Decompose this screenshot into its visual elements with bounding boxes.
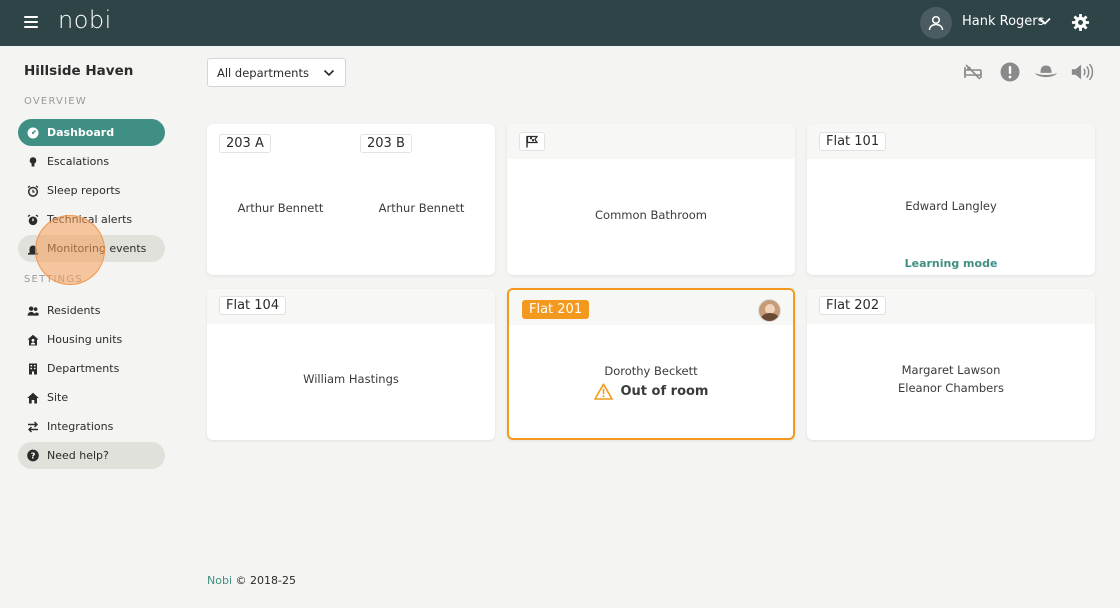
- app-logo[interactable]: nobi: [58, 6, 112, 34]
- unit-tag: Flat 101: [819, 132, 887, 151]
- unit-card-flat-101[interactable]: Flat 101 Edward Langley Learning mode: [807, 124, 1095, 275]
- sidebar-item-label: Sleep reports: [47, 184, 121, 197]
- resident-name: Margaret Lawson: [901, 363, 1001, 377]
- sidebar-item-label: Monitoring events: [47, 242, 147, 255]
- sidebar-item-escalations[interactable]: Escalations: [18, 148, 165, 175]
- sidebar-item-departments[interactable]: Departments: [18, 355, 165, 382]
- sidebar-item-label: Technical alerts: [47, 213, 133, 226]
- resident-name: Dorothy Beckett: [604, 364, 698, 378]
- unit-card-flat-104[interactable]: Flat 104 William Hastings: [207, 289, 495, 440]
- menu-icon[interactable]: [24, 16, 38, 30]
- card-header: [507, 124, 795, 159]
- warning-triangle-icon: [593, 383, 613, 400]
- resident-avatar: [758, 299, 781, 322]
- resident-name: Eleanor Chambers: [898, 381, 1004, 395]
- resident-name: Edward Langley: [905, 199, 997, 213]
- building-icon: [27, 363, 39, 375]
- lightbulb-icon: [27, 156, 39, 168]
- bed-off-icon[interactable]: [961, 60, 985, 84]
- unit-tag: 203 A: [219, 134, 271, 153]
- gear-icon[interactable]: [1071, 13, 1090, 32]
- flag-icon: [519, 132, 545, 151]
- gauge-icon: [27, 127, 39, 139]
- user-avatar-icon[interactable]: [920, 7, 952, 39]
- learning-mode-status: Learning mode: [904, 257, 998, 270]
- settings-section-label: SETTINGS: [24, 274, 83, 285]
- footer-brand-link[interactable]: Nobi: [207, 574, 232, 587]
- sidebar-item-housing-units[interactable]: Housing units: [18, 326, 165, 353]
- resident-name: Common Bathroom: [595, 208, 707, 222]
- hat-icon[interactable]: [1034, 60, 1058, 84]
- resident-name: William Hastings: [303, 372, 399, 386]
- top-bar: nobi Hank Rogers: [0, 0, 1120, 46]
- department-select-value: All departments: [217, 65, 309, 80]
- sidebar-item-label: Site: [47, 391, 69, 404]
- sidebar-item-dashboard[interactable]: Dashboard: [18, 119, 165, 146]
- sidebar-item-label: Departments: [47, 362, 120, 375]
- people-icon: [27, 305, 39, 317]
- unit-card-flat-202[interactable]: Flat 202 Margaret Lawson Eleanor Chamber…: [807, 289, 1095, 440]
- sidebar-item-sleep-reports[interactable]: Sleep reports: [18, 177, 165, 204]
- footer-copyright: © 2018-25: [235, 574, 296, 587]
- chevron-down-icon[interactable]: [1038, 14, 1052, 28]
- chevron-down-icon: [323, 69, 335, 77]
- sidebar-item-label: Need help?: [47, 449, 109, 462]
- svg-text:?: ?: [31, 451, 36, 461]
- unit-card-common-bathroom[interactable]: Common Bathroom: [507, 124, 795, 275]
- unit-tag: Flat 202: [819, 296, 887, 315]
- alert-text: Out of room: [620, 384, 709, 399]
- unit-tag: 203 B: [360, 134, 412, 153]
- sidebar-item-technical-alerts[interactable]: Technical alerts: [18, 206, 165, 233]
- resident-name: Arthur Bennett: [237, 201, 324, 215]
- arrows-exchange-icon: [27, 421, 39, 433]
- unit-tag: Flat 201: [522, 300, 590, 319]
- site-name: Hillside Haven: [24, 63, 134, 79]
- unit-card-flat-201[interactable]: Flat 201 Dorothy Beckett Out of room: [507, 288, 795, 440]
- footer: Nobi © 2018-25: [207, 574, 296, 587]
- resident-name: Arthur Bennett: [378, 201, 465, 215]
- sidebar-item-residents[interactable]: Residents: [18, 297, 165, 324]
- sidebar-item-label: Residents: [47, 304, 101, 317]
- alarm-clock-icon: [27, 184, 39, 197]
- out-of-room-alert: Out of room: [509, 383, 793, 400]
- siren-icon: [27, 243, 39, 255]
- question-icon: ?: [27, 449, 39, 462]
- sidebar-item-label: Dashboard: [47, 126, 115, 139]
- alert-circle-icon[interactable]: [998, 60, 1022, 84]
- overview-section-label: OVERVIEW: [24, 96, 87, 107]
- department-select[interactable]: All departments: [207, 58, 346, 87]
- home-icon: [27, 392, 39, 404]
- sidebar-item-monitoring-events[interactable]: Monitoring events: [18, 235, 165, 262]
- sidebar-item-label: Integrations: [47, 420, 114, 433]
- house-user-icon: [27, 334, 39, 346]
- unit-tag: Flat 104: [219, 296, 287, 315]
- need-help-button[interactable]: ? Need help?: [18, 442, 165, 469]
- sidebar-item-site[interactable]: Site: [18, 384, 165, 411]
- user-name[interactable]: Hank Rogers: [962, 14, 1044, 29]
- alarm-icon: [27, 213, 39, 226]
- sidebar-item-label: Escalations: [47, 155, 110, 168]
- sidebar-item-label: Housing units: [47, 333, 123, 346]
- sidebar-item-integrations[interactable]: Integrations: [18, 413, 165, 440]
- unit-card-203[interactable]: 203 A 203 B Arthur Bennett Arthur Bennet…: [207, 124, 495, 275]
- speaker-volume-icon[interactable]: [1070, 60, 1094, 84]
